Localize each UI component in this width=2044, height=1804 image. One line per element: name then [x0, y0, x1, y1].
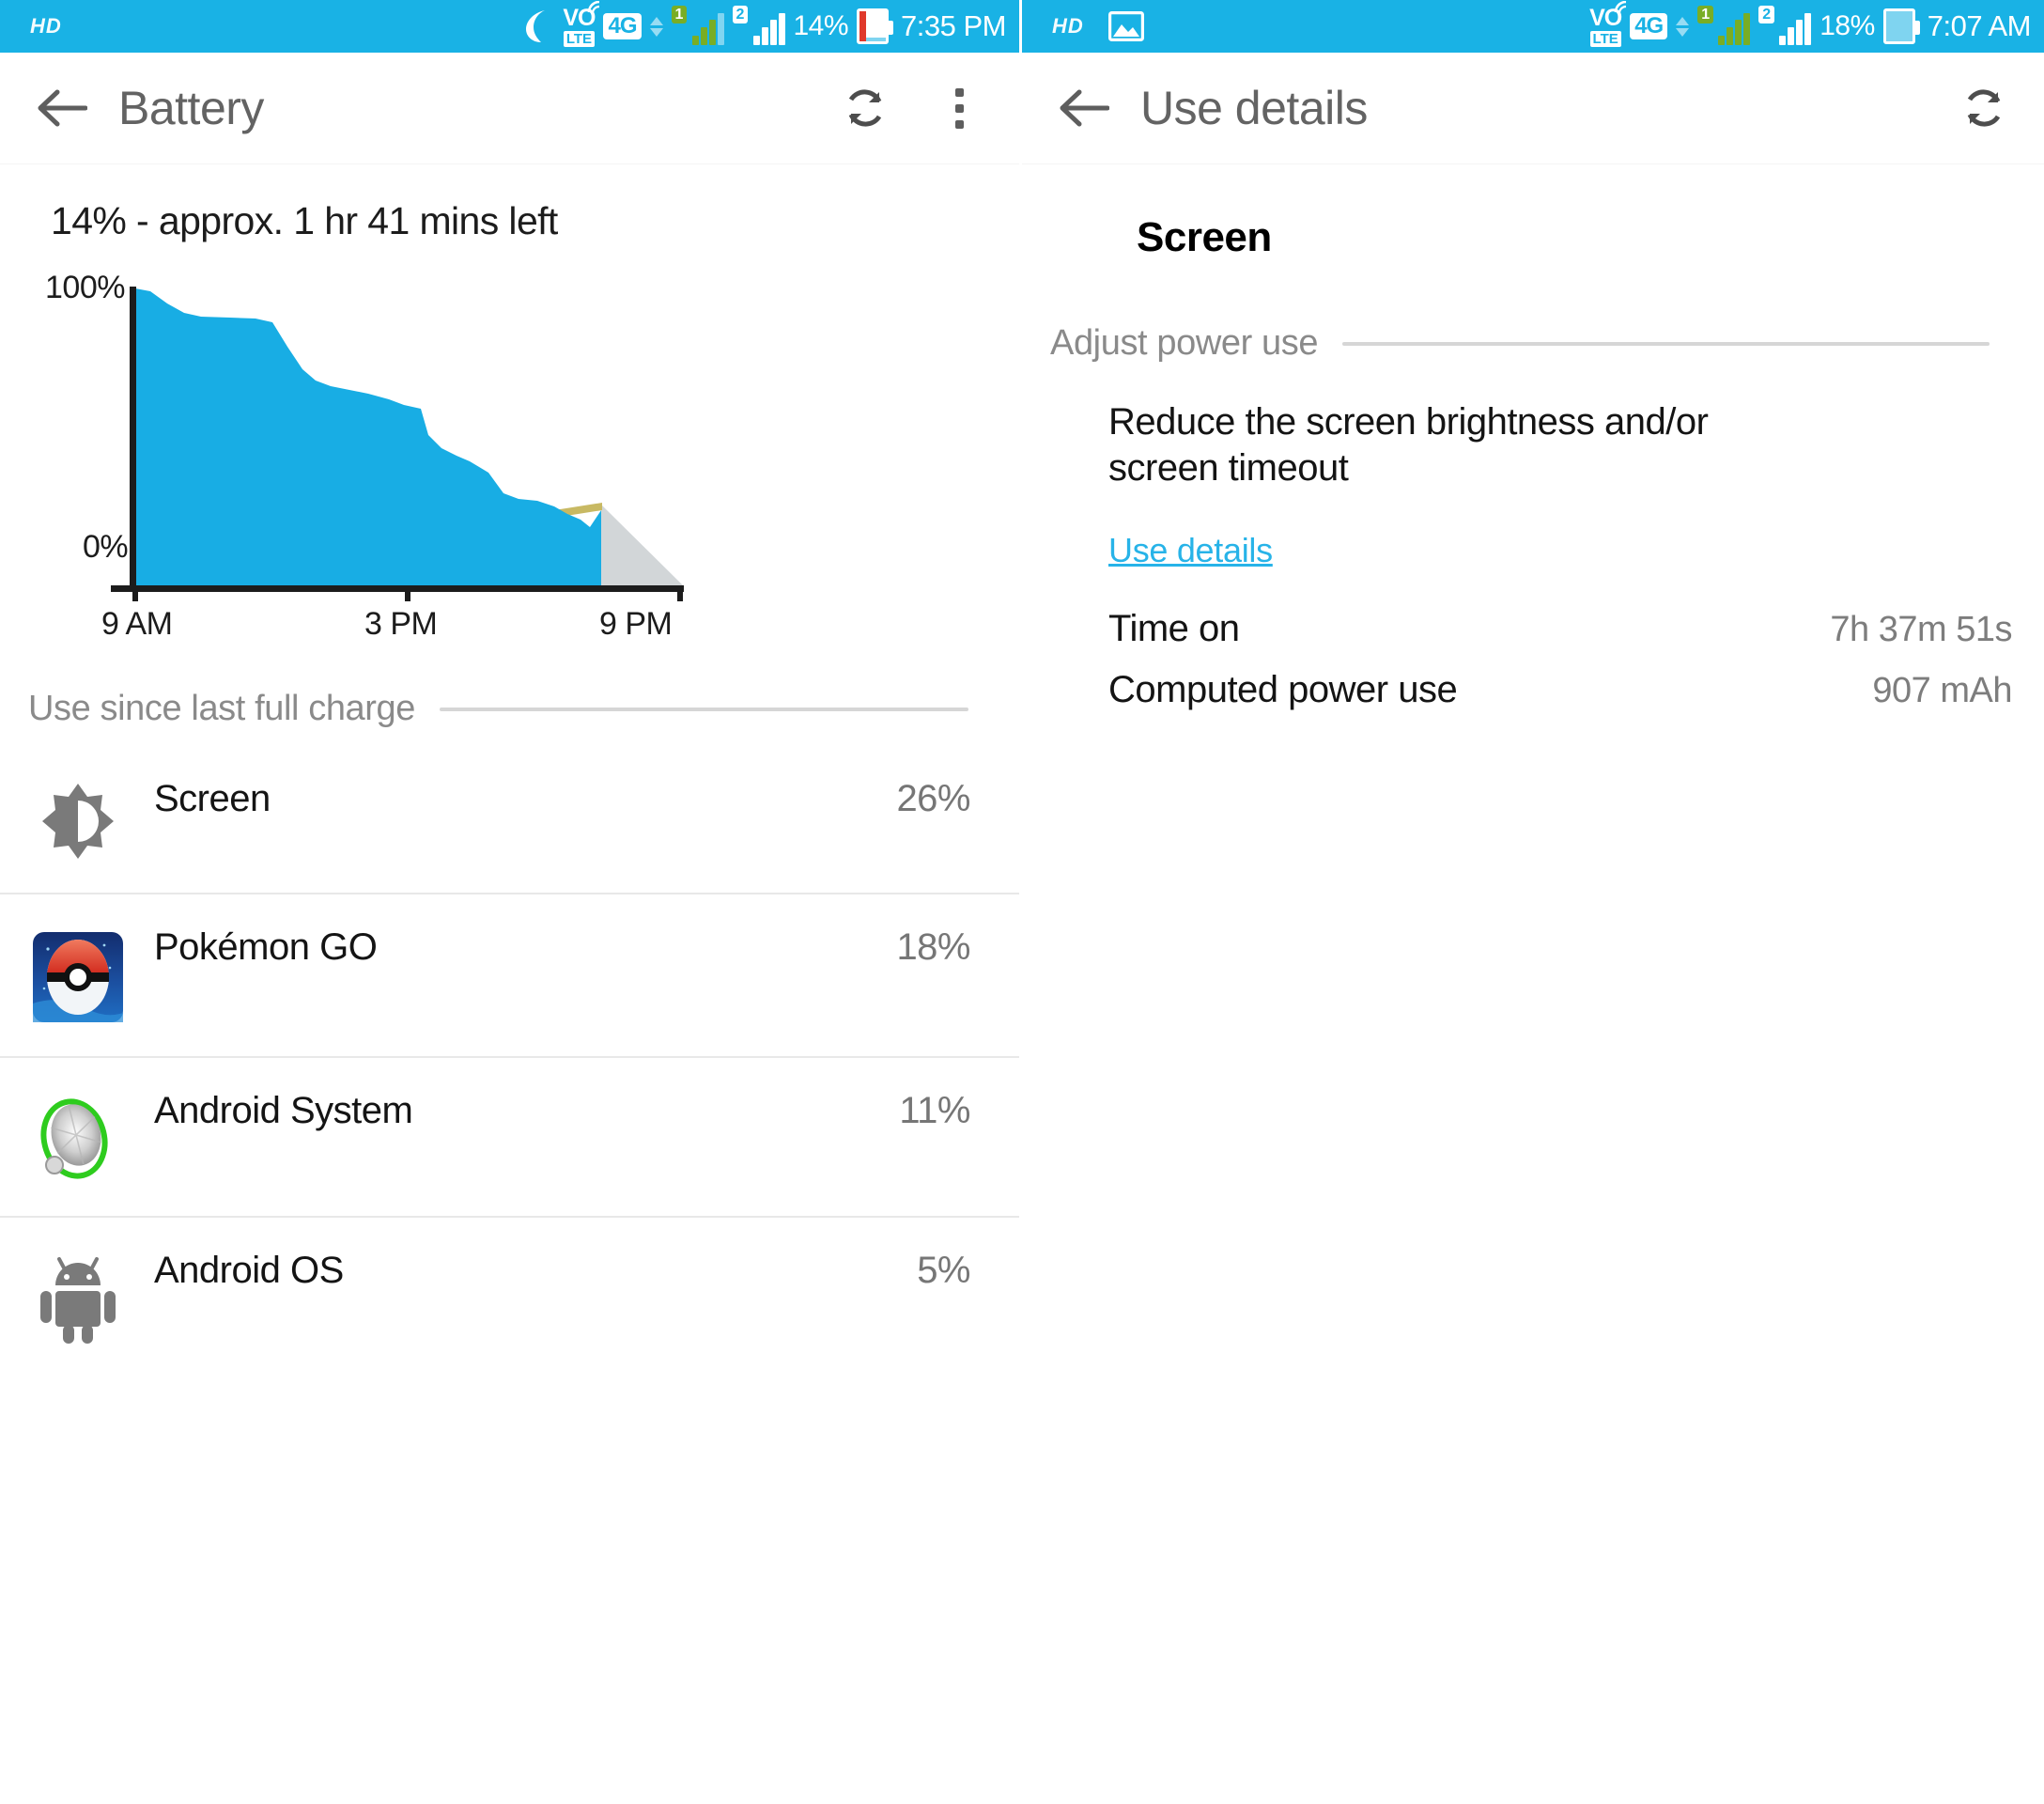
row-value: 907 mAh — [1872, 670, 2012, 710]
app-bar-actions-right — [1956, 80, 2012, 136]
volte-icon: VO LTE — [563, 0, 600, 47]
volte-icon: VO LTE — [1589, 0, 1627, 47]
status-battery-icon — [857, 8, 894, 44]
android-os-icon — [28, 1250, 128, 1344]
list-item-body: Android System 11% — [128, 1090, 976, 1132]
data-updown-icon — [649, 16, 663, 37]
chart-x-label-3: 9 PM — [599, 606, 673, 642]
volte-wave-icon — [1614, 0, 1631, 18]
adjust-power-use-header: Adjust power use — [1050, 323, 1990, 364]
list-item-body: Screen 26% — [128, 778, 976, 820]
section-divider — [1342, 341, 1990, 346]
page-title: Use details — [1140, 82, 1368, 134]
dual-screenshot-container: HD VO LTE 4G 1 2 14% 7:35 PM Battery 14%… — [0, 0, 2044, 1804]
chart-tick-9am — [132, 592, 138, 601]
row-value: 7h 37m 51s — [1830, 609, 2012, 649]
hd-indicator: HD — [30, 14, 62, 38]
status-bar-left: HD VO LTE 4G 1 2 14% 7:35 PM — [0, 0, 1019, 53]
hd-indicator: HD — [1052, 14, 1084, 38]
chart-y-axis — [130, 287, 136, 587]
4g-network-icon: 4G — [1630, 13, 1668, 39]
chart-projection-area — [601, 505, 683, 585]
status-bar-icons-right: VO LTE 4G 1 2 18% 7:07 AM — [1589, 0, 2032, 47]
list-item-header: Pokémon GO 18% — [154, 926, 970, 969]
use-details-screen: HD VO LTE 4G 1 2 18% 7:07 AM Use details… — [1022, 0, 2044, 1804]
back-arrow-icon[interactable] — [1054, 78, 1114, 138]
list-item-label: Android System — [154, 1090, 413, 1131]
app-bar-right: Use details — [1022, 53, 2044, 163]
status-bar-right: HD VO LTE 4G 1 2 18% 7:07 AM — [1022, 0, 2044, 53]
chart-tick-3pm — [405, 592, 410, 601]
back-arrow-icon[interactable] — [32, 78, 92, 138]
list-item[interactable]: Android System 11% — [0, 1056, 1019, 1216]
list-item-percent: 18% — [896, 926, 970, 968]
table-row: Time on 7h 37m 51s — [1108, 602, 2012, 663]
status-battery-icon — [1882, 8, 1920, 44]
list-item[interactable]: Pokémon GO 18% — [0, 893, 1019, 1056]
status-clock: 7:35 PM — [901, 9, 1006, 42]
list-item-body: Android OS 5% — [128, 1250, 976, 1292]
app-bar-actions-left — [837, 80, 987, 136]
chart-x-axis — [111, 585, 684, 592]
data-updown-icon — [1676, 16, 1690, 37]
section-title: Use since last full charge — [28, 689, 416, 728]
chart-canvas — [111, 287, 684, 601]
pokemon-go-icon — [28, 926, 128, 1024]
refresh-icon[interactable] — [837, 80, 893, 136]
sim1-signal-icon: 1 — [1697, 6, 1751, 45]
battery-history-chart: 100% 0% 9 AM 3 PM 9 PM — [0, 268, 1019, 644]
refresh-icon[interactable] — [1956, 80, 2012, 136]
table-row: Computed power use 907 mAh — [1108, 663, 2012, 724]
list-item-label: Screen — [154, 778, 271, 819]
section-title: Adjust power use — [1050, 323, 1319, 363]
list-item-body: Pokémon GO 18% — [128, 926, 976, 969]
chart-tick-9pm — [677, 592, 683, 601]
chart-battery-area — [135, 288, 601, 585]
chart-x-label-1: 9 AM — [101, 606, 173, 642]
android-system-icon — [28, 1090, 128, 1184]
page-title: Battery — [118, 82, 264, 134]
app-bar-left: Battery — [0, 53, 1019, 163]
section-divider — [440, 707, 968, 711]
list-item-percent: 5% — [917, 1250, 970, 1291]
row-key: Computed power use — [1108, 668, 1458, 710]
list-item-header: Android System 11% — [154, 1090, 970, 1132]
sim2-signal-icon: 2 — [732, 6, 785, 45]
do-not-disturb-moon-icon — [520, 8, 554, 44]
chart-x-axis-labels: 9 AM 3 PM 9 PM — [0, 606, 1019, 659]
sim1-signal-icon: 1 — [671, 6, 724, 45]
battery-screen: HD VO LTE 4G 1 2 14% 7:35 PM Battery 14%… — [0, 0, 1022, 1804]
app-usage-list: Screen 26% Pokémon GO 18% Android System… — [0, 746, 1019, 1376]
4g-network-icon: 4G — [603, 13, 642, 39]
use-details-link[interactable]: Use details — [1022, 491, 1273, 570]
list-item-label: Pokémon GO — [154, 926, 378, 968]
list-item-percent: 11% — [899, 1090, 970, 1131]
status-bar-icons-left: VO LTE 4G 1 2 14% 7:35 PM — [520, 0, 1006, 47]
detail-entity-title: Screen — [1137, 214, 1272, 260]
list-item[interactable]: Android OS 5% — [0, 1216, 1019, 1376]
status-battery-percent: 18% — [1819, 10, 1875, 41]
adjust-power-use-section: Adjust power use — [1022, 261, 2044, 364]
overflow-menu-icon[interactable] — [931, 80, 987, 136]
row-key: Time on — [1108, 607, 1240, 649]
chart-x-label-2: 3 PM — [364, 606, 438, 642]
sim2-signal-icon: 2 — [1758, 6, 1812, 45]
brightness-icon — [28, 778, 128, 861]
status-battery-percent: 14% — [793, 10, 849, 41]
chart-y-label-max: 100% — [45, 270, 125, 305]
volte-wave-icon — [587, 0, 604, 18]
list-item-header: Android OS 5% — [154, 1250, 970, 1292]
status-clock: 7:07 AM — [1927, 9, 2032, 42]
list-item-header: Screen 26% — [154, 778, 970, 820]
image-icon — [1107, 11, 1144, 41]
chart-y-label-min: 0% — [83, 529, 129, 565]
power-advice-text: Reduce the screen brightness and/or scre… — [1108, 401, 1709, 489]
list-item[interactable]: Screen 26% — [0, 746, 1019, 893]
list-item-label: Android OS — [154, 1250, 344, 1291]
battery-summary-text: 14% - approx. 1 hr 41 mins left — [51, 199, 558, 242]
use-details-key-values: Time on 7h 37m 51s Computed power use 90… — [1022, 570, 2044, 724]
list-item-percent: 26% — [896, 778, 970, 819]
